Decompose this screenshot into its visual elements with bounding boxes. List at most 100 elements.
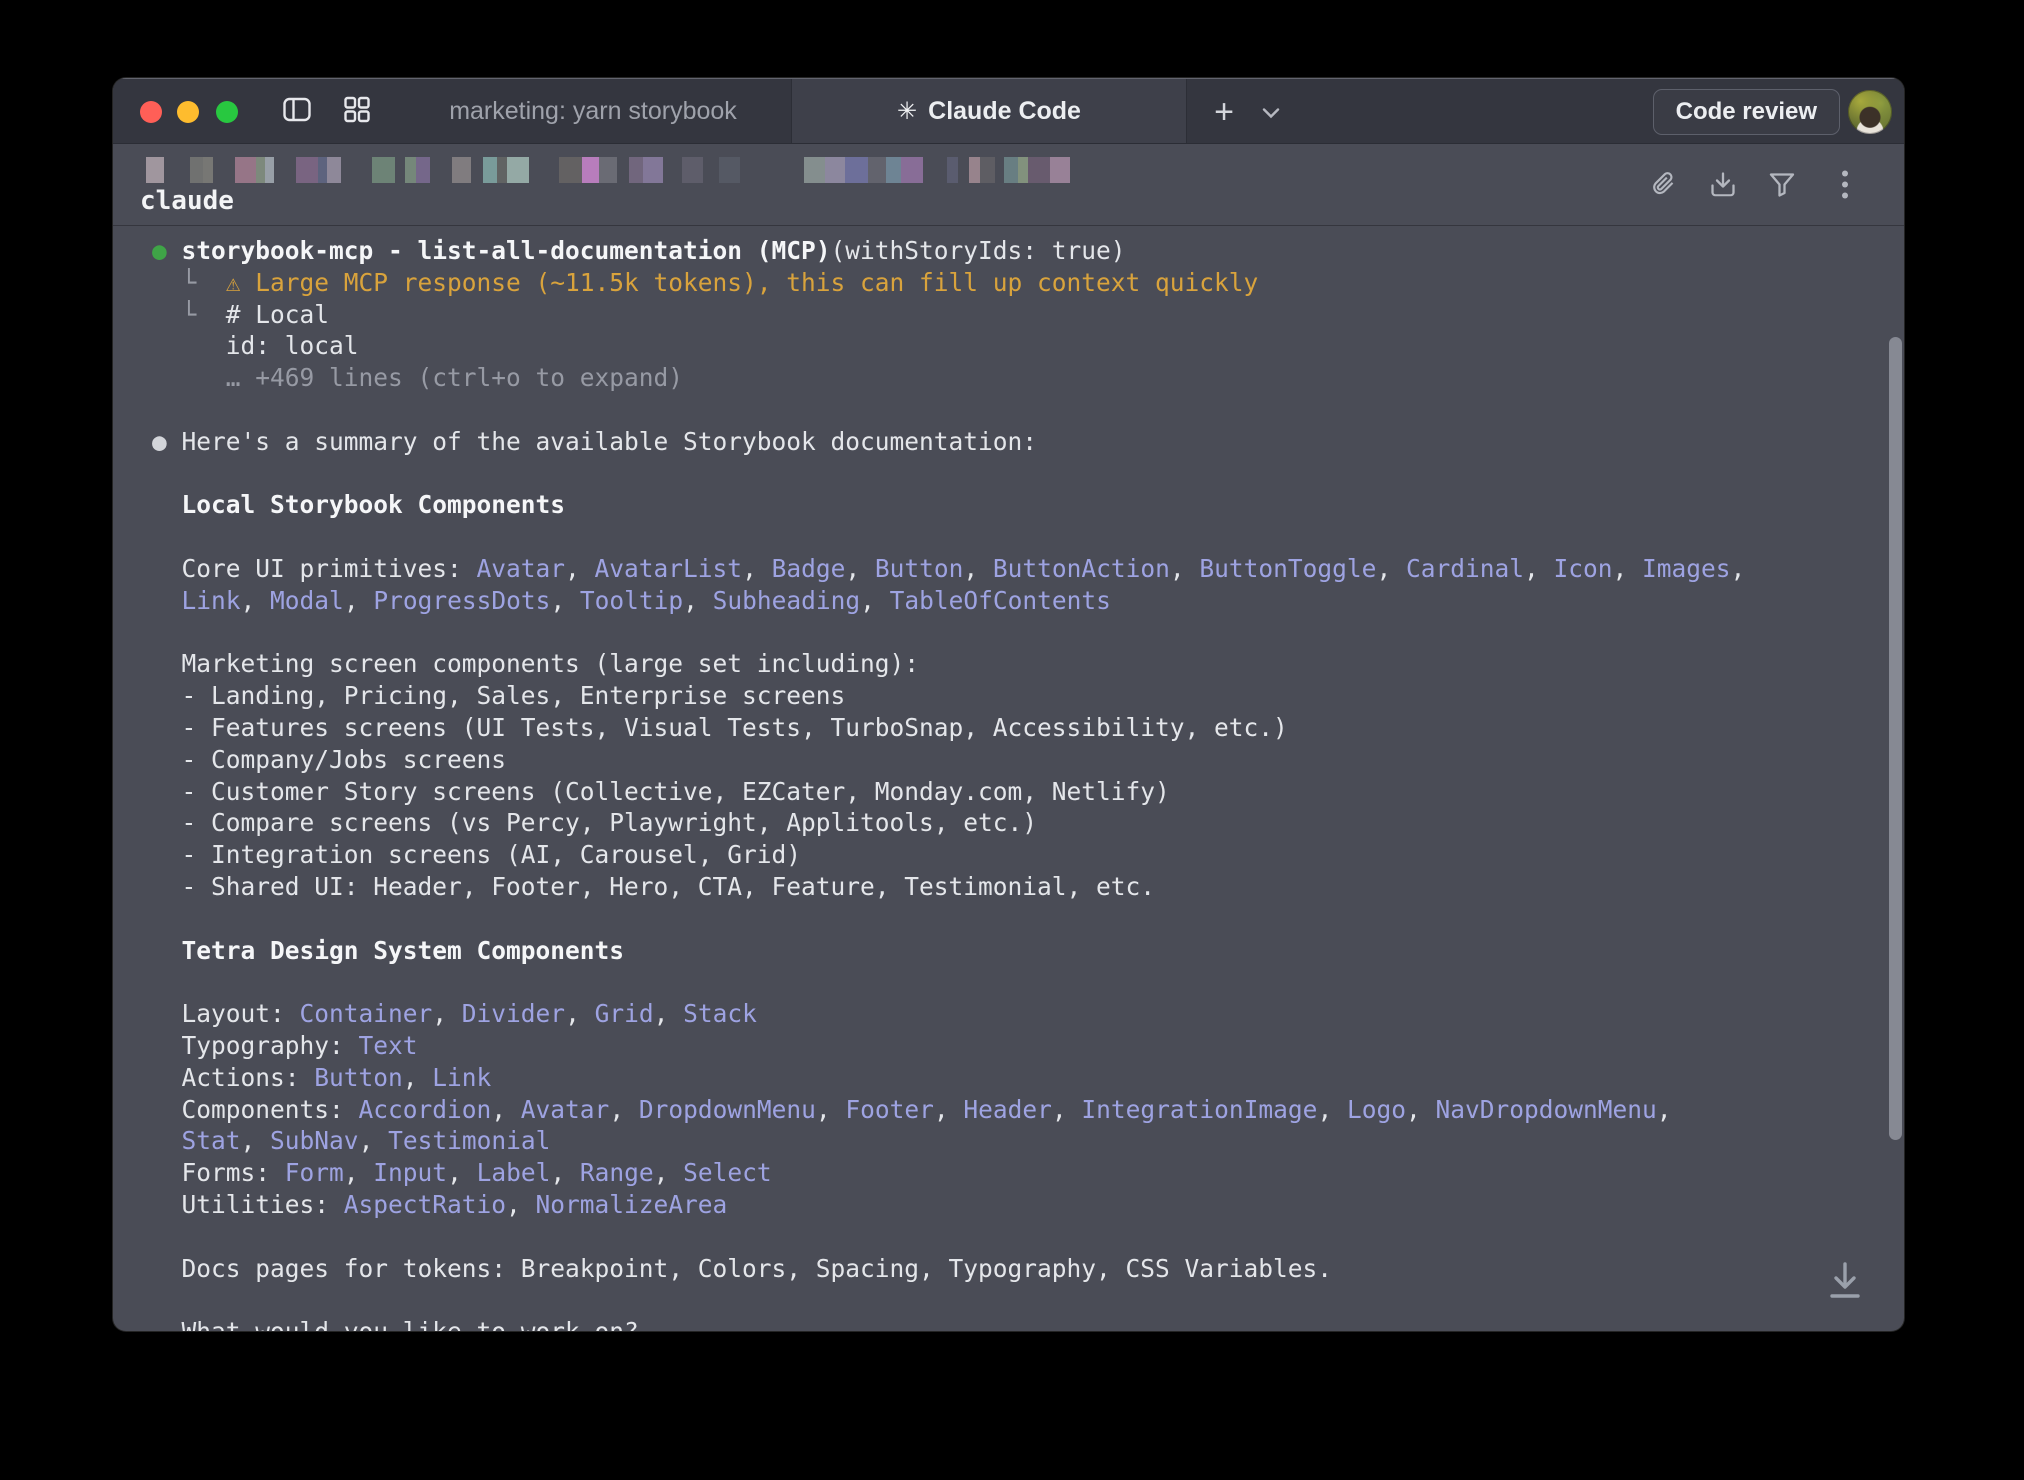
text-segment: , xyxy=(550,1158,580,1187)
text-segment: Tetra Design System Components xyxy=(182,936,625,965)
text-segment: Container xyxy=(300,999,433,1028)
text-segment: , xyxy=(963,554,993,583)
text-segment: Input xyxy=(373,1158,447,1187)
text-segment: Footer xyxy=(845,1095,934,1124)
scrollbar-thumb[interactable] xyxy=(1889,337,1902,1140)
filter-icon[interactable] xyxy=(1768,171,1796,204)
text-segment xyxy=(152,1126,182,1155)
terminal-line: … +469 lines (ctrl+o to expand) xyxy=(152,362,1854,394)
text-segment: - Features screens (UI Tests, Visual Tes… xyxy=(152,713,1288,742)
kebab-menu-icon[interactable] xyxy=(1841,170,1849,205)
text-segment: , xyxy=(432,999,462,1028)
text-segment: Form xyxy=(285,1158,344,1187)
text-segment: Forms: xyxy=(152,1158,285,1187)
close-window-button[interactable] xyxy=(140,101,162,123)
text-segment: , xyxy=(447,1158,477,1187)
user-avatar[interactable] xyxy=(1848,90,1892,134)
text-segment: , xyxy=(403,1063,433,1092)
text-segment: , xyxy=(1376,554,1406,583)
title-bar: marketing: yarn storybook ✳ Claude Code … xyxy=(113,78,1904,144)
text-segment: , xyxy=(344,586,374,615)
text-segment: , xyxy=(241,1126,271,1155)
tab-claude-code[interactable]: ✳ Claude Code xyxy=(791,79,1187,143)
terminal-line: Stat, SubNav, Testimonial xyxy=(152,1125,1854,1157)
terminal-line: └ # Local xyxy=(152,299,1854,331)
attachment-icon[interactable] xyxy=(1652,171,1678,204)
text-segment: Range xyxy=(580,1158,654,1187)
session-title: claude xyxy=(140,185,234,217)
text-segment: Stat xyxy=(182,1126,241,1155)
terminal-line xyxy=(152,966,1854,998)
new-tab-button[interactable]: + xyxy=(1214,95,1234,129)
tab-marketing-yarn-storybook[interactable]: marketing: yarn storybook xyxy=(413,79,773,143)
text-segment: , xyxy=(1657,1095,1672,1124)
text-segment: , xyxy=(1524,554,1554,583)
terminal-line: - Company/Jobs screens xyxy=(152,744,1854,776)
text-segment: Button xyxy=(875,554,964,583)
text-segment: ● xyxy=(152,236,182,265)
text-segment xyxy=(152,586,182,615)
text-segment: , xyxy=(344,1158,374,1187)
terminal-line: - Landing, Pricing, Sales, Enterprise sc… xyxy=(152,680,1854,712)
terminal-line: ● Here's a summary of the available Stor… xyxy=(152,426,1854,458)
terminal-line: Marketing screen components (large set i… xyxy=(152,648,1854,680)
terminal-line xyxy=(152,394,1854,426)
text-segment: , xyxy=(565,999,595,1028)
text-segment: Layout: xyxy=(152,999,300,1028)
text-segment: NormalizeArea xyxy=(536,1190,728,1219)
text-segment: … +469 lines (ctrl+o to expand) xyxy=(152,363,683,392)
text-segment: , xyxy=(816,1095,846,1124)
text-segment: , xyxy=(1052,1095,1082,1124)
text-segment: Testimonial xyxy=(388,1126,550,1155)
text-segment: - Compare screens (vs Percy, Playwright,… xyxy=(152,808,1037,837)
text-segment: , xyxy=(550,586,580,615)
text-segment: SubNav xyxy=(270,1126,359,1155)
terminal-line: - Compare screens (vs Percy, Playwright,… xyxy=(152,807,1854,839)
terminal-line: - Features screens (UI Tests, Visual Tes… xyxy=(152,712,1854,744)
text-segment: , xyxy=(1731,554,1746,583)
text-segment: Avatar xyxy=(477,554,566,583)
text-segment: , xyxy=(845,554,875,583)
text-segment: - Customer Story screens (Collective, EZ… xyxy=(152,777,1170,806)
terminal-line: Typography: Text xyxy=(152,1030,1854,1062)
terminal-line: Components: Accordion, Avatar, DropdownM… xyxy=(152,1094,1854,1126)
chevron-down-icon[interactable] xyxy=(1262,106,1280,124)
sidebar-toggle-icon[interactable] xyxy=(283,98,311,127)
terminal-line: ● storybook-mcp - list-all-documentation… xyxy=(152,235,1854,267)
terminal-line: Docs pages for tokens: Breakpoint, Color… xyxy=(152,1253,1854,1285)
terminal-line: id: local xyxy=(152,330,1854,362)
text-segment: Utilities: xyxy=(152,1190,344,1219)
text-segment: storybook-mcp - list-all-documentation (… xyxy=(182,236,831,265)
text-segment: Label xyxy=(477,1158,551,1187)
terminal-line: Layout: Container, Divider, Grid, Stack xyxy=(152,998,1854,1030)
text-segment: Stack xyxy=(683,999,757,1028)
terminal-line: Core UI primitives: Avatar, AvatarList, … xyxy=(152,553,1854,585)
claude-spark-icon: ✳ xyxy=(897,97,917,126)
terminal-line xyxy=(152,521,1854,553)
text-segment: Divider xyxy=(462,999,565,1028)
text-segment: , xyxy=(359,1126,389,1155)
scroll-to-bottom-icon[interactable] xyxy=(1826,1260,1864,1307)
download-icon[interactable] xyxy=(1710,171,1737,204)
text-segment: Header xyxy=(963,1095,1052,1124)
text-segment: - Landing, Pricing, Sales, Enterprise sc… xyxy=(152,681,845,710)
text-segment: # Local xyxy=(226,300,329,329)
text-segment: , xyxy=(1317,1095,1347,1124)
terminal-line: Local Storybook Components xyxy=(152,489,1854,521)
terminal-line: - Customer Story screens (Collective, EZ… xyxy=(152,776,1854,808)
session-toolbar: claude xyxy=(113,145,1904,226)
text-segment: Button xyxy=(314,1063,403,1092)
terminal-line: Link, Modal, ProgressDots, Tooltip, Subh… xyxy=(152,585,1854,617)
text-segment: , xyxy=(1613,554,1643,583)
zoom-window-button[interactable] xyxy=(216,101,238,123)
grid-layout-icon[interactable] xyxy=(344,97,370,128)
minimize-window-button[interactable] xyxy=(177,101,199,123)
text-segment: Docs pages for tokens: Breakpoint, Color… xyxy=(152,1254,1332,1283)
text-segment: , xyxy=(565,554,595,583)
code-review-button[interactable]: Code review xyxy=(1653,89,1840,135)
text-segment: Logo xyxy=(1347,1095,1406,1124)
text-segment: Typography: xyxy=(152,1031,359,1060)
text-segment: , xyxy=(506,1190,536,1219)
text-segment: , xyxy=(683,586,713,615)
terminal-line: Actions: Button, Link xyxy=(152,1062,1854,1094)
